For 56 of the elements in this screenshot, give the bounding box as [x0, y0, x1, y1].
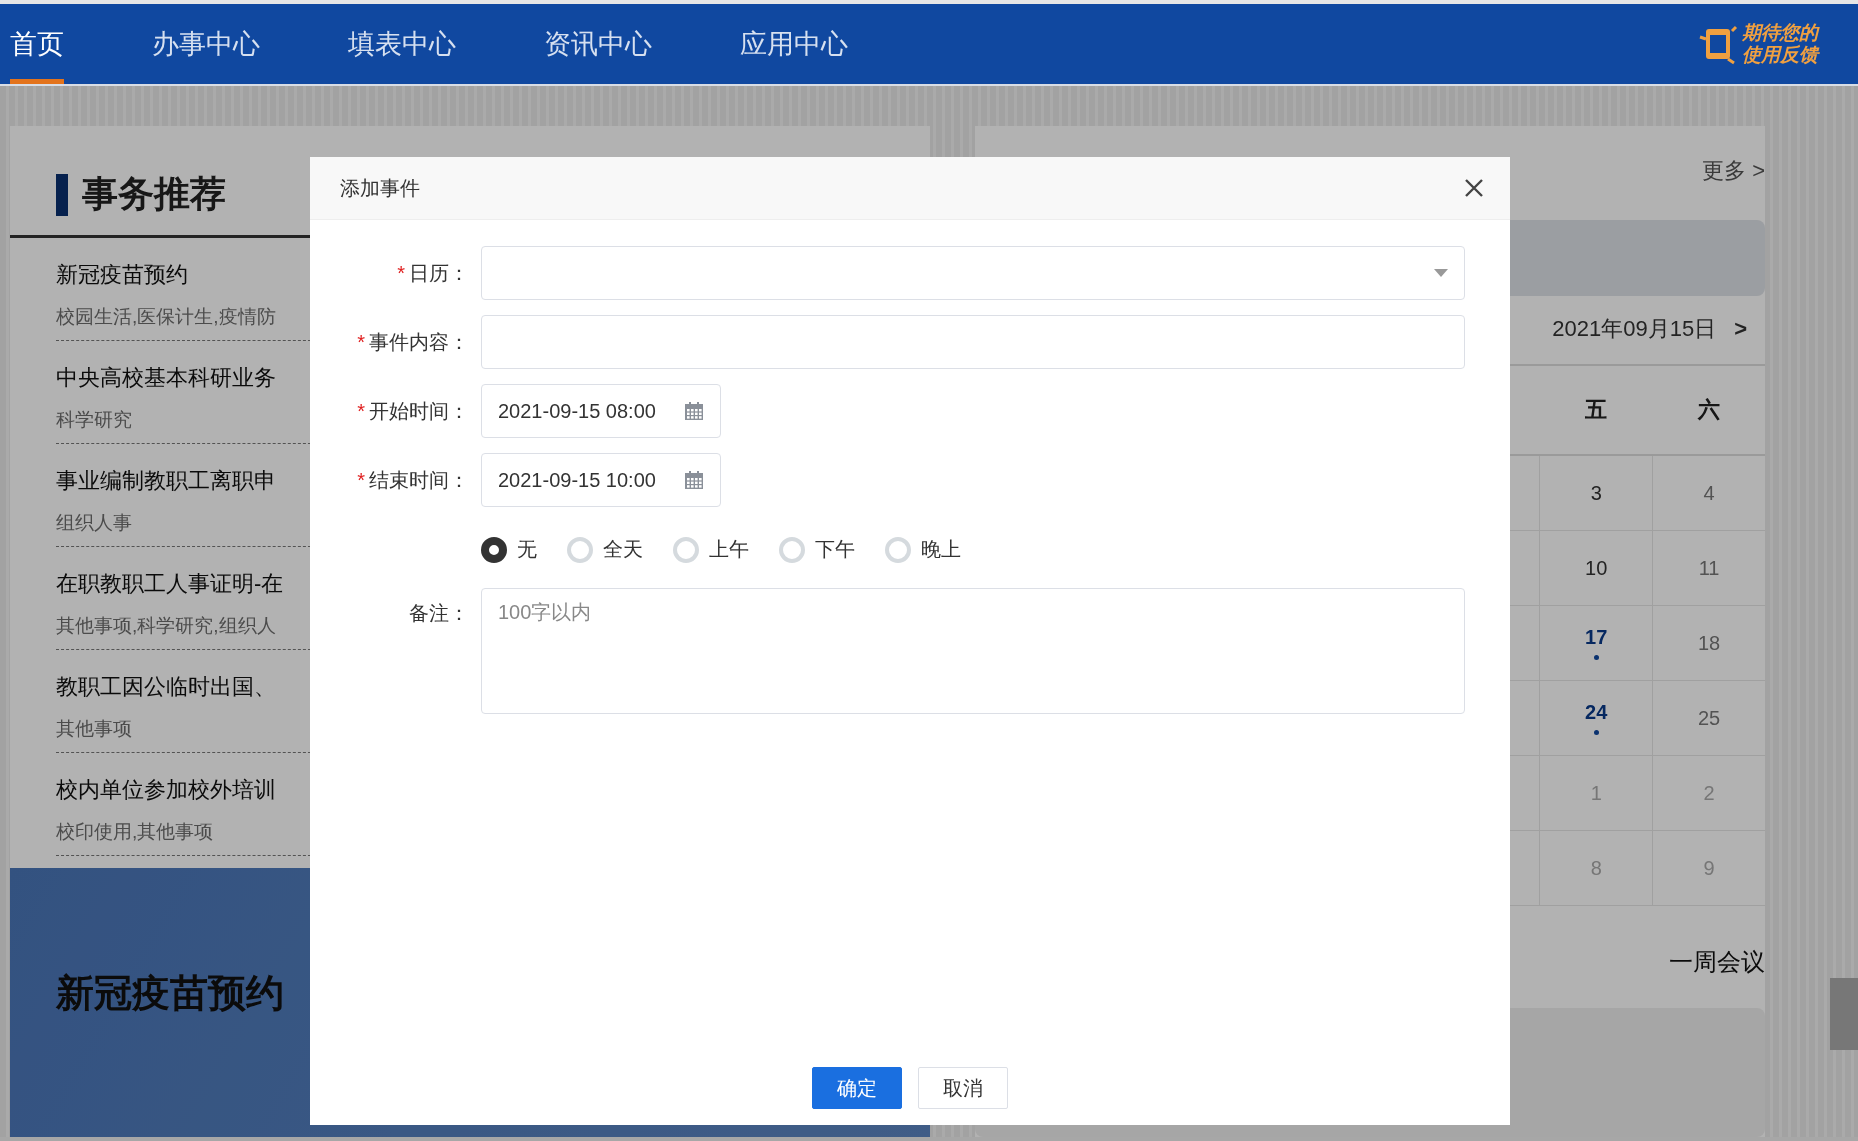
- nav-tab[interactable]: 资讯中心: [544, 4, 652, 84]
- item-tags: 校园生活,医保计生,疫情防: [56, 304, 316, 330]
- event-dot: [1593, 655, 1599, 660]
- event-dot: [1593, 730, 1599, 735]
- input-field[interactable]: [481, 315, 1465, 369]
- field-label: * 日历：: [396, 260, 470, 286]
- radio-option[interactable]: 下午: [779, 536, 855, 563]
- section-title: 事务推荐: [82, 172, 226, 216]
- item-tags: 其他事项,科学研究,组织人: [56, 613, 316, 639]
- clipboard-icon: [1698, 23, 1738, 65]
- radio-option[interactable]: 无: [481, 536, 537, 563]
- item-tags: 其他事项: [56, 716, 316, 742]
- meetings-title: 一周会议: [1669, 947, 1765, 977]
- nav-tab[interactable]: 应用中心: [740, 4, 848, 84]
- confirm-button[interactable]: 确定: [812, 1067, 902, 1109]
- radio-option[interactable]: 全天: [567, 536, 643, 563]
- close-button[interactable]: [1464, 178, 1484, 198]
- calendar-day[interactable]: 18: [1697, 631, 1721, 655]
- calendar-day[interactable]: 25: [1697, 706, 1721, 730]
- nav-tab[interactable]: 办事中心: [152, 4, 260, 84]
- cancel-button[interactable]: 取消: [918, 1067, 1008, 1109]
- item-tags: 科学研究: [56, 407, 316, 433]
- feedback-logo[interactable]: 期待您的 使用反馈: [1742, 22, 1818, 66]
- notes-field[interactable]: 100字以内: [481, 588, 1465, 714]
- more-link[interactable]: 更多 >: [1702, 156, 1765, 220]
- nav-tab[interactable]: 填表中心: [348, 4, 456, 84]
- calendar-date: 2021年09月15日: [1552, 315, 1717, 343]
- radio-option[interactable]: 晚上: [885, 536, 961, 563]
- dialog-title: 添加事件: [340, 175, 420, 201]
- close-icon: [1464, 178, 1484, 198]
- weekday-header: 六: [1652, 366, 1765, 456]
- item-tags: 组织人事: [56, 510, 316, 536]
- radio-button[interactable]: [481, 536, 507, 563]
- calendar-select[interactable]: [481, 246, 1465, 300]
- field-label: * 开始时间：: [356, 398, 470, 424]
- title-bar: [56, 173, 68, 216]
- calendar-day[interactable]: 3: [1590, 481, 1602, 505]
- calendar-day[interactable]: 17: [1585, 626, 1608, 649]
- caret-icon: [1434, 269, 1448, 277]
- field-label: * 事件内容：: [356, 329, 470, 355]
- calendar-day[interactable]: 4: [1703, 481, 1715, 505]
- weekday-header: 五: [1539, 366, 1653, 456]
- banner-title: 新冠疫苗预约: [56, 971, 285, 1016]
- item-tags: 校印使用,其他事项: [56, 819, 316, 845]
- field-label: * 结束时间：: [356, 467, 470, 493]
- calendar-day[interactable]: 11: [1698, 556, 1720, 580]
- field-label: 备注：: [408, 601, 470, 626]
- date-field[interactable]: 2021-09-15 08:00: [481, 384, 721, 438]
- date-field[interactable]: 2021-09-15 10:00: [481, 453, 721, 507]
- calendar-day[interactable]: 10: [1585, 556, 1608, 580]
- calendar-day[interactable]: 24: [1585, 701, 1608, 724]
- radio-option[interactable]: 上午: [673, 536, 749, 563]
- calendar-icon: [684, 470, 704, 490]
- next-button[interactable]: >: [1734, 316, 1747, 342]
- side-tab[interactable]: [1830, 978, 1858, 1050]
- calendar-icon: [684, 401, 704, 421]
